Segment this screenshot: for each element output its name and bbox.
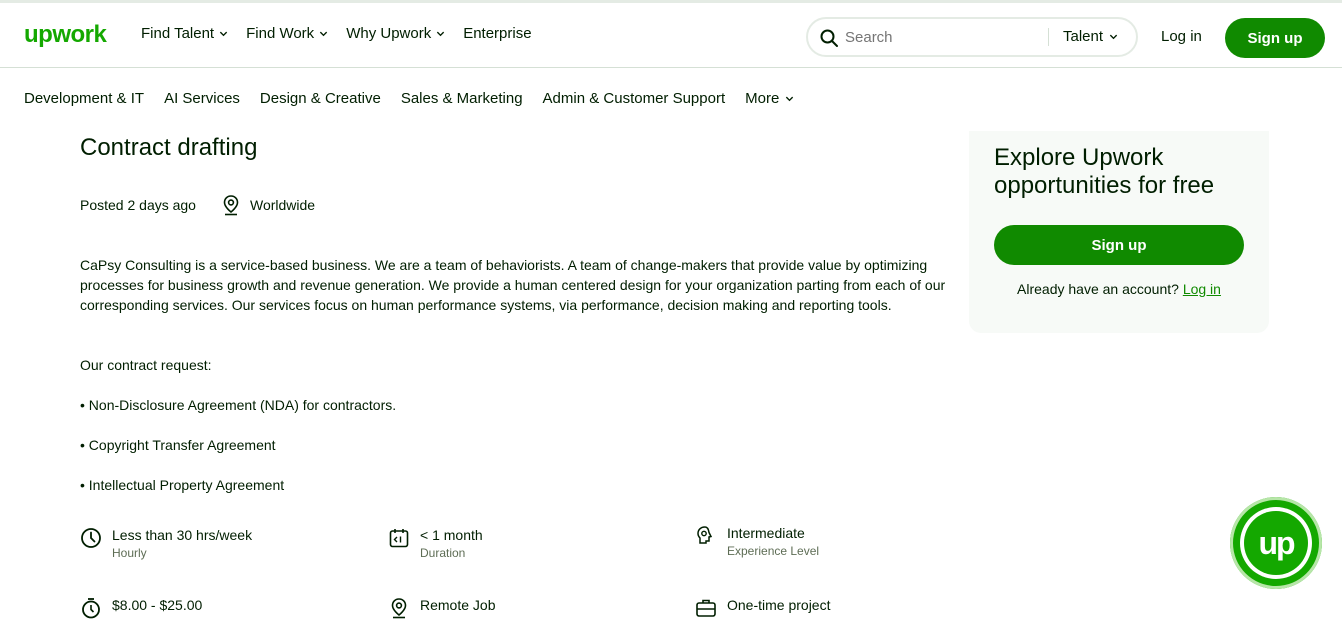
feature-value: Intermediate	[727, 525, 805, 541]
sidebar-login-link[interactable]: Log in	[1183, 281, 1221, 297]
feature-rate: $8.00 - $25.00	[80, 597, 202, 619]
sidebar-signup-button[interactable]: Sign up	[994, 225, 1244, 265]
feature-project-type: One-time project	[695, 597, 830, 619]
job-location: Worldwide	[249, 197, 316, 213]
fab-ring: up	[1240, 507, 1312, 579]
chevron-down-icon	[320, 31, 328, 37]
nav-find-talent[interactable]: Find Talent	[141, 25, 228, 42]
signup-sidebar: Explore Upwork opportunities for free Si…	[969, 131, 1269, 333]
nav-find-work[interactable]: Find Work	[246, 25, 328, 42]
feature-label: Hourly	[112, 546, 147, 560]
category-more-label: More	[745, 90, 780, 107]
feature-text: Less than 30 hrs/week Hourly	[112, 527, 252, 560]
feature-value: < 1 month	[420, 527, 483, 543]
search-icon	[820, 29, 838, 47]
chevron-down-icon	[437, 31, 445, 37]
upwork-logo[interactable]: upwork	[24, 21, 107, 49]
gear-brain-icon	[697, 526, 713, 544]
category-ai-services[interactable]: AI Services	[164, 90, 240, 107]
category-admin-support[interactable]: Admin & Customer Support	[543, 90, 726, 107]
signup-button[interactable]: Sign up	[1225, 18, 1325, 58]
login-link[interactable]: Log in	[1161, 28, 1202, 45]
feature-value: One-time project	[727, 597, 831, 613]
location-pin-icon	[223, 195, 239, 216]
request-item: • Intellectual Property Agreement	[80, 477, 285, 493]
chevron-down-icon	[786, 96, 794, 102]
account-text: Already have an account?	[1017, 281, 1179, 297]
search-input[interactable]	[845, 29, 1035, 46]
feature-text: < 1 month Duration	[420, 527, 483, 560]
job-meta: Posted 2 days ago Worldwide	[80, 194, 315, 216]
chevron-down-icon	[1109, 34, 1118, 40]
job-title: Contract drafting	[80, 134, 258, 161]
category-more[interactable]: More	[745, 90, 794, 107]
feature-text: Remote Job	[420, 597, 495, 613]
feature-remote: Remote Job	[388, 597, 495, 619]
feature-duration: < 1 month Duration	[388, 527, 483, 560]
feature-text: Intermediate Experience Level	[727, 525, 819, 558]
category-sales-marketing[interactable]: Sales & Marketing	[401, 90, 523, 107]
briefcase-icon	[696, 599, 716, 617]
calendar-icon	[389, 529, 409, 548]
sidebar-account-prompt: Already have an account? Log in	[969, 281, 1269, 297]
job-details: Contract drafting Posted 2 days ago Worl…	[80, 134, 950, 619]
category-development-it[interactable]: Development & IT	[24, 90, 144, 107]
sidebar-title: Explore Upwork opportunities for free	[994, 144, 1215, 199]
nav-item-label: Find Talent	[141, 25, 215, 42]
nav-item-label: Why Upwork	[346, 25, 432, 42]
nav-item-label: Enterprise	[463, 25, 532, 42]
upwork-chat-button[interactable]: up	[1230, 497, 1322, 589]
job-description: CaPsy Consulting is a service-based busi…	[80, 257, 946, 313]
category-design-creative[interactable]: Design & Creative	[260, 90, 381, 107]
request-item: • Non-Disclosure Agreement (NDA) for con…	[80, 397, 397, 413]
feature-text: $8.00 - $25.00	[112, 597, 202, 613]
feature-value: Remote Job	[420, 597, 496, 613]
main-nav: Find Talent Find Work Why Upwork Enterpr…	[141, 25, 550, 42]
feature-value: $8.00 - $25.00	[112, 597, 203, 613]
search-type-label: Talent	[1063, 28, 1104, 45]
feature-label: Experience Level	[727, 544, 820, 558]
category-bar: Development & IT AI Services Design & Cr…	[24, 90, 814, 107]
feature-text: One-time project	[727, 597, 830, 613]
search-type-dropdown[interactable]: Talent	[1063, 28, 1118, 45]
request-item: • Copyright Transfer Agreement	[80, 437, 276, 453]
feature-hours: Less than 30 hrs/week Hourly	[80, 527, 252, 560]
nav-enterprise[interactable]: Enterprise	[463, 25, 531, 42]
upwork-up-logo-icon: up	[1244, 511, 1308, 575]
location-pin-icon	[391, 598, 407, 619]
feature-experience: Intermediate Experience Level	[695, 525, 819, 558]
nav-why-upwork[interactable]: Why Upwork	[346, 25, 445, 42]
nav-item-label: Find Work	[246, 25, 315, 42]
feature-label: Duration	[420, 546, 466, 560]
clock-icon	[81, 528, 101, 548]
request-intro: Our contract request:	[80, 357, 212, 373]
search-bar[interactable]: Talent	[806, 17, 1138, 57]
stopwatch-icon	[82, 598, 100, 619]
chevron-down-icon	[219, 31, 228, 37]
top-navbar: upwork Find Talent Find Work Why Upwork …	[0, 0, 1342, 68]
search-divider	[1048, 28, 1049, 46]
posted-date: Posted 2 days ago	[80, 197, 196, 213]
feature-value: Less than 30 hrs/week	[112, 527, 253, 543]
